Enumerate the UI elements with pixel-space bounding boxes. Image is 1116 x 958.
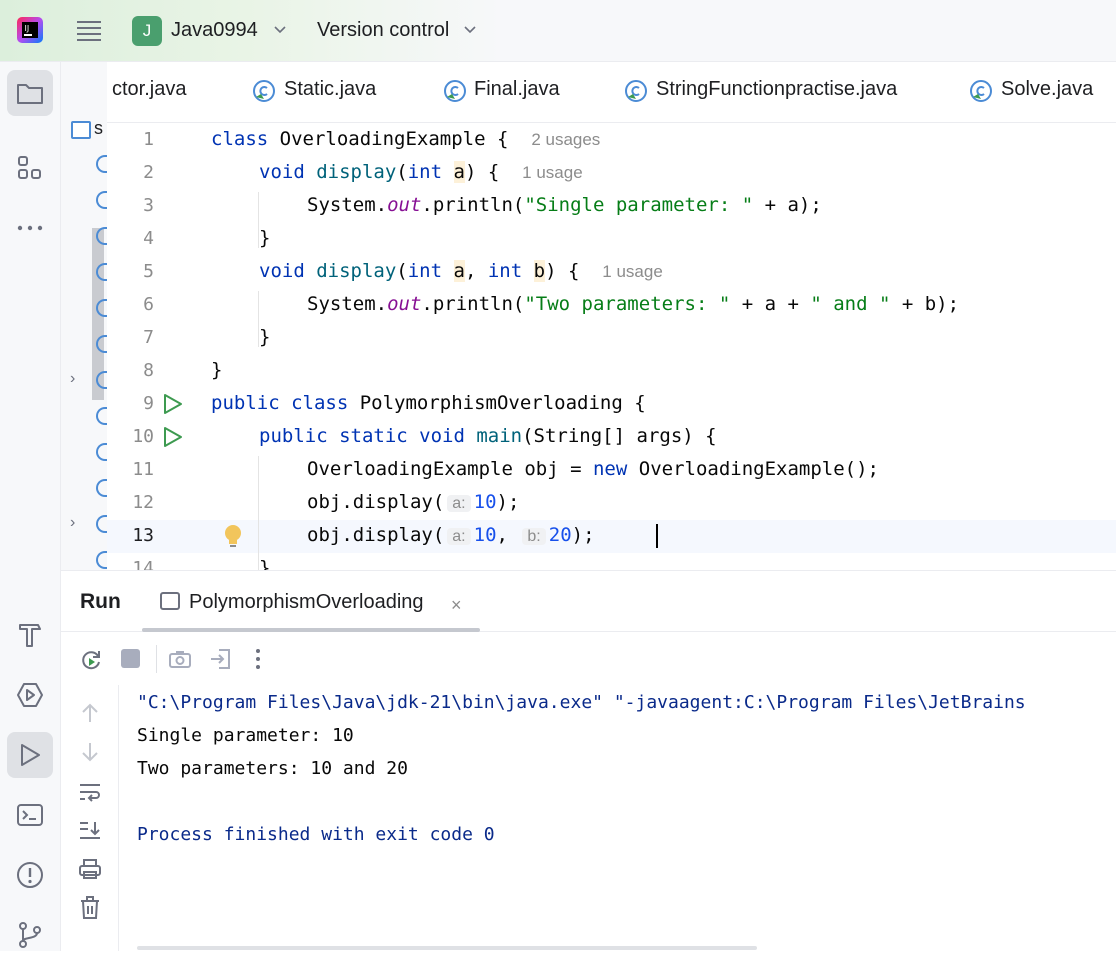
more-icon[interactable] [7,205,53,251]
version-control-menu[interactable]: Version control [317,19,449,42]
services-icon[interactable] [7,672,53,718]
param-hint: a: [447,495,471,512]
tab-static[interactable]: Static.java [284,78,376,101]
console-output-line: Single parameter: 10 [137,725,354,746]
chevron-right-icon[interactable]: › [70,514,75,532]
tab-final[interactable]: Final.java [474,78,560,101]
code-line-2: void display(int a) { 1 usage [259,161,583,183]
line-number: 5 [143,261,154,282]
code-line-11: OverloadingExample obj = new Overloading… [307,458,879,480]
chevron-right-icon[interactable]: › [70,370,75,388]
param-hint: a: [447,528,471,545]
exit-icon[interactable] [209,648,231,675]
java-class-icon [252,79,276,103]
line-number: 14 [132,558,154,570]
kebab-icon[interactable] [255,648,261,675]
console-command-line: "C:\Program Files\Java\jdk-21\bin\java.e… [137,692,1026,713]
code-line-3: System.out.println("Single parameter: " … [307,194,822,216]
line-number: 4 [143,228,154,249]
line-number: 9 [143,393,154,414]
code-line-8: } [211,359,223,381]
console-horizontal-scrollbar[interactable] [137,946,757,950]
text-caret [656,524,658,548]
run-gutter-icon[interactable] [163,426,183,453]
code-line-12: obj.display(a: 10); [307,491,520,513]
run-icon[interactable] [7,732,53,778]
title-bar [0,0,1116,62]
git-icon[interactable] [7,912,53,958]
code-line-1: class OverloadingExample { 2 usages [211,128,601,150]
tab-stringfunctionpractise[interactable]: StringFunctionpractise.java [656,78,897,101]
terminal-icon[interactable] [7,792,53,838]
print-icon[interactable] [79,858,101,885]
line-number: 6 [143,294,154,315]
project-name[interactable]: Java0994 [171,19,258,42]
editor-tab-bar [61,62,1116,123]
tool-window-strip [0,62,61,951]
tab-selection-indicator [142,628,480,632]
soft-wrap-icon[interactable] [78,782,102,807]
lightbulb-icon[interactable] [223,524,243,555]
chevron-down-icon[interactable] [272,22,288,38]
line-number: 8 [143,360,154,381]
code-line-7: } [259,326,271,348]
problems-icon[interactable] [7,852,53,898]
arrow-up-icon[interactable] [80,702,100,729]
jetbrains-logo-icon[interactable]: IJ [17,17,43,43]
line-number: 13 [132,525,154,546]
code-line-9: public class PolymorphismOverloading { [211,392,646,414]
build-hammer-icon[interactable] [7,612,53,658]
scroll-to-end-icon[interactable] [78,820,102,845]
module-icon [71,121,91,139]
rerun-icon[interactable] [79,648,103,677]
console-exit-line: Process finished with exit code 0 [137,824,495,845]
console-tab-icon [160,592,180,610]
hamburger-menu-icon[interactable] [76,19,102,43]
project-tree-item[interactable]: s [94,118,103,139]
run-tab-polymorphismoverloading[interactable]: PolymorphismOverloading [189,591,424,614]
line-number: 11 [132,459,154,480]
code-line-14: } [259,557,271,570]
line-number: 2 [143,162,154,183]
line-number: 12 [132,492,154,513]
chevron-down-icon[interactable] [462,22,478,38]
line-number: 3 [143,195,154,216]
usage-hint[interactable]: 2 usages [531,130,600,149]
trash-icon[interactable] [80,896,100,925]
close-icon[interactable]: × [451,595,462,616]
toolbar-separator [156,645,157,673]
line-number: 7 [143,327,154,348]
java-class-icon [624,79,648,103]
code-line-5: void display(int a, int b) { 1 usage [259,260,663,282]
java-class-icon [443,79,467,103]
usage-hint[interactable]: 1 usage [522,163,583,182]
param-hint: b: [522,528,546,545]
run-gutter-icon[interactable] [163,393,183,420]
svg-text:IJ: IJ [25,24,30,33]
java-class-icon [969,79,993,103]
code-line-13: obj.display(a: 10, b: 20); [307,524,595,546]
folder-icon[interactable] [7,70,53,116]
code-line-6: System.out.println("Two parameters: " + … [307,293,960,315]
tab-ctor[interactable]: ctor.java [112,78,186,101]
indent-guide [258,456,259,570]
code-line-10: public static void main(String[] args) { [259,425,717,447]
line-number: 1 [143,129,154,150]
arrow-down-icon[interactable] [80,741,100,768]
usage-hint[interactable]: 1 usage [602,262,663,281]
structure-icon[interactable] [7,145,53,191]
line-number: 10 [132,426,154,447]
camera-icon[interactable] [169,649,191,674]
run-panel-title[interactable]: Run [80,590,121,614]
project-avatar[interactable]: J [132,16,162,46]
stop-icon[interactable] [121,649,140,668]
console-output-line: Two parameters: 10 and 20 [137,758,408,779]
code-line-4: } [259,227,271,249]
tab-solve[interactable]: Solve.java [1001,78,1093,101]
